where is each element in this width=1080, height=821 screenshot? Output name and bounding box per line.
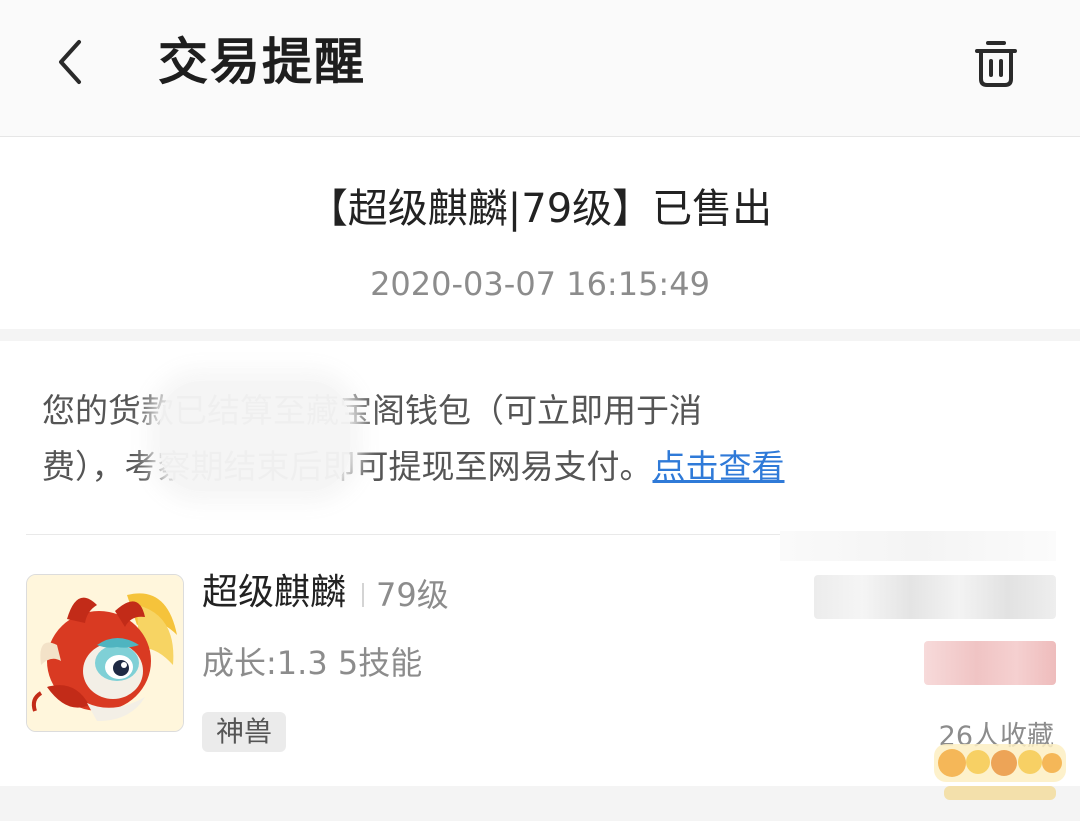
message-line2-prefix: 费），	[42, 447, 125, 486]
view-details-link[interactable]: 点击查看	[653, 447, 785, 486]
trash-icon	[975, 41, 1017, 87]
item-level: 79级	[376, 576, 449, 614]
chevron-left-icon	[59, 40, 81, 84]
back-button[interactable]	[40, 30, 100, 94]
delete-button[interactable]	[966, 34, 1026, 94]
page-title: 交易提醒	[158, 33, 366, 91]
redacted-amount	[160, 381, 350, 491]
name-level-separator	[362, 583, 364, 607]
watermark-logo-icon	[934, 744, 1066, 800]
qilin-pet-avatar	[27, 575, 183, 731]
notice-timestamp: 2020-03-07 16:15:49	[370, 265, 710, 303]
message-line1-prefix: 您的货款	[42, 391, 174, 430]
item-attributes: 成长:1.3 5技能	[202, 644, 423, 682]
app-header: 交易提醒	[0, 0, 1080, 137]
detail-card: 您的货款已结算至藏宝阁钱包（可立即用于消 费），考察期结束后即可提现至网易支付。…	[0, 341, 1080, 786]
notice-card: 【超级麒麟|79级】已售出 2020-03-07 16:15:49	[0, 137, 1080, 329]
item-thumbnail[interactable]	[26, 574, 184, 732]
site-watermark-logo	[930, 740, 1070, 804]
item-name[interactable]: 超级麒麟	[202, 569, 346, 617]
item-category-tag: 神兽	[202, 712, 287, 752]
redacted-status	[924, 641, 1056, 685]
redacted-area	[780, 531, 1056, 561]
redacted-price	[814, 575, 1056, 619]
notice-title: 【超级麒麟|79级】已售出	[307, 186, 773, 232]
